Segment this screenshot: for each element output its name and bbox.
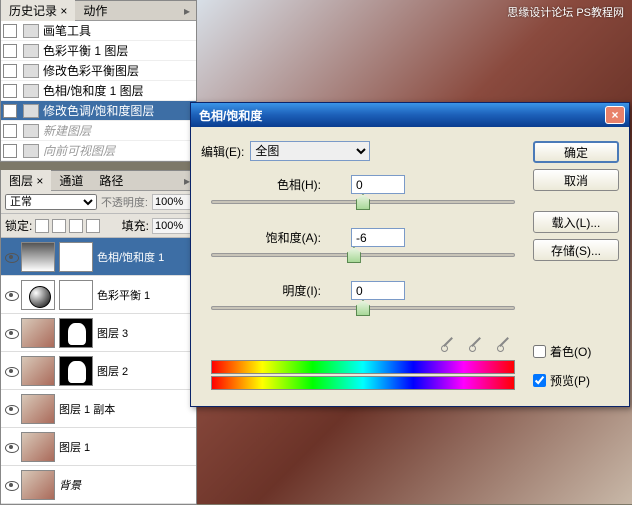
- watermark-text: 思缘设计论坛 PS教程网: [507, 4, 624, 20]
- lock-position-icon[interactable]: [69, 219, 83, 233]
- save-button[interactable]: 存储(S)...: [533, 239, 619, 261]
- blend-mode-select[interactable]: 正常: [5, 194, 97, 210]
- layer-name: 背景: [59, 477, 81, 493]
- fill-label: 填充:: [122, 217, 149, 234]
- lock-pixels-icon[interactable]: [52, 219, 66, 233]
- hue-spectrum-top: [211, 360, 515, 374]
- tab-layers[interactable]: 图层 ×: [1, 170, 51, 191]
- eye-icon[interactable]: [3, 439, 19, 455]
- history-item[interactable]: 新建图层: [1, 121, 196, 141]
- layer-thumb[interactable]: [21, 280, 55, 310]
- layer-thumb[interactable]: [21, 432, 55, 462]
- eye-icon[interactable]: [3, 363, 19, 379]
- history-label: 画笔工具: [43, 22, 91, 39]
- layer-thumb[interactable]: [21, 242, 55, 272]
- edit-label: 编辑(E):: [201, 143, 244, 160]
- fill-value[interactable]: 100%: [152, 218, 192, 234]
- layer-mask[interactable]: [59, 242, 93, 272]
- layer-row[interactable]: 背景: [1, 466, 196, 504]
- layer-mask[interactable]: [59, 356, 93, 386]
- layer-name: 图层 1: [59, 439, 90, 455]
- eye-icon[interactable]: [3, 287, 19, 303]
- layers-panel: 图层 × 通道 路径 ▸ 正常 不透明度: 100% 锁定: 填充: 100% …: [0, 170, 197, 505]
- history-item-selected[interactable]: 修改色调/饱和度图层: [1, 101, 196, 121]
- hue-input[interactable]: [351, 175, 405, 194]
- dialog-titlebar[interactable]: 色相/饱和度 ×: [191, 103, 629, 127]
- tab-paths[interactable]: 路径: [91, 170, 131, 191]
- history-item[interactable]: 向前可视图层: [1, 141, 196, 161]
- history-item[interactable]: 修改色彩平衡图层: [1, 61, 196, 81]
- hue-label: 色相(H):: [201, 176, 351, 193]
- tab-actions[interactable]: 动作: [75, 0, 115, 21]
- layer-row[interactable]: 图层 1: [1, 428, 196, 466]
- eyedropper-subtract-icon[interactable]: [495, 334, 513, 352]
- edit-select[interactable]: 全图: [250, 141, 370, 161]
- layer-row-selected[interactable]: 色相/饱和度 1: [1, 238, 196, 276]
- layer-mask[interactable]: [59, 318, 93, 348]
- eyedropper-add-icon[interactable]: [467, 334, 485, 352]
- history-label: 修改色调/饱和度图层: [43, 102, 154, 119]
- lightness-input[interactable]: [351, 281, 405, 300]
- opacity-label: 不透明度:: [101, 194, 148, 210]
- colorize-checkbox[interactable]: [533, 345, 546, 358]
- lightness-slider[interactable]: [211, 306, 515, 310]
- history-label: 色彩平衡 1 图层: [43, 42, 128, 59]
- layer-name: 图层 2: [97, 363, 128, 379]
- layer-thumb[interactable]: [21, 394, 55, 424]
- history-item[interactable]: 色相/饱和度 1 图层: [1, 81, 196, 101]
- eyedropper-icon[interactable]: [439, 334, 457, 352]
- panel-menu-icon[interactable]: ▸: [178, 4, 196, 18]
- colorize-label: 着色(O): [550, 343, 591, 360]
- layer-row[interactable]: 图层 3: [1, 314, 196, 352]
- load-button[interactable]: 载入(L)...: [533, 211, 619, 233]
- layer-name: 色相/饱和度 1: [97, 249, 164, 265]
- history-label: 新建图层: [43, 122, 91, 139]
- saturation-slider[interactable]: [211, 253, 515, 257]
- tab-history[interactable]: 历史记录 ×: [1, 0, 75, 21]
- history-panel: 历史记录 × 动作 ▸ 画笔工具 色彩平衡 1 图层 修改色彩平衡图层 色相/饱…: [0, 0, 197, 162]
- history-label: 修改色彩平衡图层: [43, 62, 139, 79]
- opacity-value[interactable]: 100%: [152, 194, 192, 210]
- cancel-button[interactable]: 取消: [533, 169, 619, 191]
- layer-row[interactable]: 色彩平衡 1: [1, 276, 196, 314]
- close-icon[interactable]: ×: [605, 106, 625, 124]
- saturation-label: 饱和度(A):: [201, 229, 351, 246]
- dialog-title: 色相/饱和度: [199, 107, 262, 124]
- history-item[interactable]: 色彩平衡 1 图层: [1, 41, 196, 61]
- layer-row[interactable]: 图层 1 副本: [1, 390, 196, 428]
- layer-row[interactable]: 图层 2: [1, 352, 196, 390]
- layer-thumb[interactable]: [21, 356, 55, 386]
- tab-channels[interactable]: 通道: [51, 170, 91, 191]
- layer-name: 图层 3: [97, 325, 128, 341]
- lightness-label: 明度(I):: [201, 282, 351, 299]
- lock-label: 锁定:: [5, 217, 32, 234]
- lock-all-icon[interactable]: [86, 219, 100, 233]
- lock-transparent-icon[interactable]: [35, 219, 49, 233]
- layer-thumb[interactable]: [21, 318, 55, 348]
- history-label: 向前可视图层: [43, 142, 115, 159]
- ok-button[interactable]: 确定: [533, 141, 619, 163]
- preview-label: 预览(P): [550, 372, 590, 389]
- saturation-input[interactable]: [351, 228, 405, 247]
- eye-icon[interactable]: [3, 325, 19, 341]
- preview-checkbox[interactable]: [533, 374, 546, 387]
- hue-spectrum-bottom: [211, 376, 515, 390]
- layer-name: 色彩平衡 1: [97, 287, 150, 303]
- eye-icon[interactable]: [3, 249, 19, 265]
- eye-icon[interactable]: [3, 401, 19, 417]
- history-item[interactable]: 画笔工具: [1, 21, 196, 41]
- eye-icon[interactable]: [3, 477, 19, 493]
- history-label: 色相/饱和度 1 图层: [43, 82, 144, 99]
- hue-saturation-dialog: 色相/饱和度 × 编辑(E): 全图 色相(H): 饱和度(A):: [190, 102, 630, 407]
- hue-slider[interactable]: [211, 200, 515, 204]
- layer-mask[interactable]: [59, 280, 93, 310]
- layer-thumb[interactable]: [21, 470, 55, 500]
- layer-name: 图层 1 副本: [59, 401, 115, 417]
